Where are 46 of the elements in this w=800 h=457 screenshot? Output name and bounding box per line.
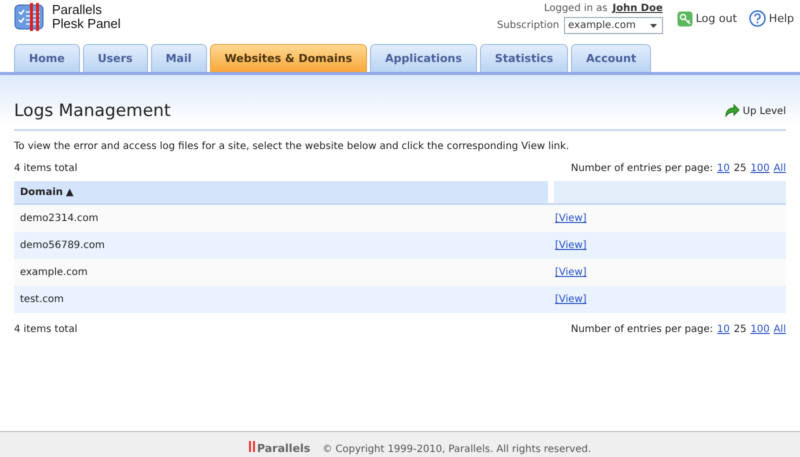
page-size-link[interactable]: All bbox=[774, 324, 786, 335]
items-total: 4 items total bbox=[14, 163, 78, 174]
logout-link[interactable]: Log out bbox=[676, 10, 737, 27]
description-text: To view the error and access log files for a site, select the website below and click the corresponding View link. bbox=[14, 141, 570, 152]
entries-per-page-label: Number of entries per page: bbox=[570, 163, 714, 174]
page-size-current: 25 bbox=[734, 324, 746, 335]
view-link[interactable]: [View] bbox=[555, 240, 587, 251]
footer-logo: Parallels bbox=[248, 441, 310, 455]
logged-in-label: Logged in as bbox=[544, 3, 608, 14]
view-link[interactable]: [View] bbox=[555, 267, 587, 278]
logo-icon bbox=[14, 3, 46, 31]
subscription-label: Subscription bbox=[497, 20, 560, 31]
help-icon bbox=[748, 10, 766, 27]
page-title: Logs Management bbox=[14, 101, 171, 121]
nav-tab[interactable]: Users bbox=[82, 44, 148, 72]
page-size-link[interactable]: 10 bbox=[717, 324, 730, 335]
domain-cell: example.com bbox=[20, 267, 88, 278]
nav-tab[interactable]: Statistics bbox=[480, 44, 568, 72]
arrow-icon bbox=[724, 104, 740, 118]
logo-title: Parallels bbox=[52, 3, 103, 17]
nav-tab[interactable]: Home bbox=[14, 44, 80, 72]
copyright-text: © Copyright 1999-2010, Parallels. All rights reserved. bbox=[322, 444, 592, 455]
page-size-link[interactable]: All bbox=[774, 163, 786, 174]
user-link[interactable]: John Doe bbox=[612, 3, 663, 14]
dropdown-caret-icon bbox=[650, 24, 657, 28]
up-level-link[interactable]: Up Level bbox=[724, 104, 786, 118]
page-size-current: 25 bbox=[734, 163, 746, 174]
domain-cell: demo56789.com bbox=[20, 240, 105, 251]
page-size-link[interactable]: 100 bbox=[750, 324, 770, 335]
logo-subtitle: Plesk Panel bbox=[52, 17, 121, 31]
page-size-link[interactable]: 10 bbox=[717, 163, 730, 174]
help-link[interactable]: Help bbox=[748, 10, 794, 27]
nav-tab[interactable]: Websites & Domains bbox=[210, 44, 368, 72]
nav-tab[interactable]: Mail bbox=[150, 44, 207, 72]
nav-tab[interactable]: Applications bbox=[370, 44, 477, 72]
page-size-link[interactable]: 100 bbox=[750, 163, 770, 174]
domain-column-header[interactable]: Domain ▲ bbox=[14, 181, 548, 203]
view-link[interactable]: [View] bbox=[555, 294, 587, 305]
domain-cell: demo2314.com bbox=[20, 213, 98, 224]
nav-tab[interactable]: Account bbox=[571, 44, 652, 72]
subscription-select[interactable]: example.com bbox=[564, 17, 663, 34]
entries-per-page-label: Number of entries per page: bbox=[570, 324, 714, 335]
view-link[interactable]: [View] bbox=[555, 213, 587, 224]
domain-cell: test.com bbox=[20, 294, 64, 305]
items-total: 4 items total bbox=[14, 324, 78, 335]
key-icon bbox=[676, 10, 693, 26]
